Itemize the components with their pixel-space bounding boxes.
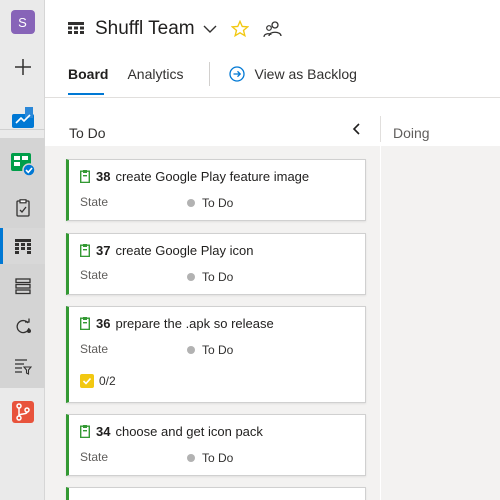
checklist-icon — [80, 374, 94, 388]
backlogs-button[interactable] — [0, 268, 45, 304]
state-value[interactable]: To Do — [187, 270, 233, 284]
team-members-icon[interactable] — [263, 20, 283, 38]
card-id: 37 — [96, 243, 111, 258]
favorite-star-icon[interactable] — [230, 20, 249, 38]
card-title[interactable]: create Google Play icon — [115, 243, 253, 258]
sprints-button[interactable] — [0, 308, 45, 344]
state-text: To Do — [202, 451, 234, 465]
state-text: To Do — [202, 343, 234, 357]
work-item-card[interactable]: 37 create Google Play icon State To Do — [66, 233, 366, 295]
task-icon — [80, 244, 90, 257]
queries-button[interactable] — [0, 348, 45, 384]
repos-icon — [11, 401, 34, 423]
arrow-circle-right-icon — [229, 66, 246, 82]
card-id: 34 — [96, 424, 111, 439]
kanban-board: To Do Doing 38 create Google Play featur… — [45, 98, 500, 500]
state-text: To Do — [202, 196, 234, 210]
boards-board-button[interactable] — [0, 228, 45, 264]
state-value[interactable]: To Do — [187, 451, 233, 465]
work-item-card[interactable]: 34 choose and get icon pack State To Do — [66, 414, 366, 476]
board-grid-icon — [14, 239, 31, 254]
card-id: 36 — [96, 316, 111, 331]
repos-button[interactable] — [0, 394, 45, 430]
collapse-column-icon[interactable] — [350, 122, 364, 136]
tabs-divider — [209, 62, 211, 86]
state-label: State — [80, 342, 109, 356]
state-value[interactable]: To Do — [187, 343, 233, 357]
plus-icon — [14, 59, 31, 75]
chevron-down-icon[interactable] — [203, 24, 217, 34]
queries-icon — [14, 359, 32, 375]
work-item-card[interactable]: 36 prepare the .apk so release State To … — [66, 306, 366, 403]
left-nav-rail: S — [0, 0, 45, 500]
card-title[interactable]: prepare the .apk so release — [115, 316, 273, 331]
state-value[interactable]: To Do — [187, 196, 233, 210]
column-body-todo: 38 create Google Play feature image Stat… — [45, 146, 380, 500]
sprints-icon — [16, 318, 31, 334]
state-label: State — [80, 195, 109, 209]
tab-board[interactable]: Board — [68, 66, 108, 82]
work-items-button[interactable] — [0, 190, 45, 226]
work-item-card[interactable]: 38 create Google Play feature image Stat… — [66, 159, 366, 221]
team-selector: Shuffl Team — [67, 16, 283, 42]
column-header-todo: To Do — [45, 98, 380, 146]
board-grid-icon — [68, 22, 84, 34]
card-id: 38 — [96, 169, 111, 184]
view-tabs: Board Analytics View as Backlog — [68, 62, 357, 86]
task-icon — [80, 317, 90, 330]
column-header-doing: Doing — [381, 98, 500, 146]
new-item-button[interactable] — [0, 49, 45, 85]
project-avatar-button[interactable]: S — [0, 4, 45, 40]
task-icon — [80, 170, 90, 183]
column-title-todo: To Do — [69, 125, 106, 141]
card-title[interactable]: create Google Play feature image — [115, 169, 309, 184]
card-title[interactable]: choose and get icon pack — [115, 424, 262, 439]
view-as-backlog-label: View as Backlog — [254, 66, 357, 82]
column-body-doing — [381, 146, 500, 500]
backlogs-icon — [14, 278, 31, 295]
state-dot — [187, 273, 195, 281]
overview-button[interactable] — [0, 99, 45, 135]
state-label: State — [80, 268, 109, 282]
view-as-backlog-link[interactable]: View as Backlog — [229, 66, 357, 82]
work-item-card-partial[interactable] — [66, 487, 366, 500]
overview-icon — [11, 107, 34, 128]
state-dot — [187, 454, 195, 462]
page-header: Shuffl Team Board Analytics View as Back… — [45, 0, 500, 98]
task-icon — [80, 425, 90, 438]
checklist-summary[interactable]: 0/2 — [80, 374, 116, 388]
checklist-count: 0/2 — [99, 374, 116, 388]
team-name[interactable]: Shuffl Team — [95, 18, 195, 40]
project-avatar: S — [10, 10, 35, 34]
state-label: State — [80, 450, 109, 464]
boards-button[interactable] — [0, 146, 45, 182]
tab-analytics[interactable]: Analytics — [127, 66, 183, 82]
state-dot — [187, 346, 195, 354]
selected-tab-indicator — [68, 93, 104, 95]
work-items-icon — [15, 199, 30, 217]
state-text: To Do — [202, 270, 234, 284]
column-title-doing: Doing — [393, 125, 430, 141]
boards-icon — [10, 153, 36, 177]
state-dot — [187, 199, 195, 207]
